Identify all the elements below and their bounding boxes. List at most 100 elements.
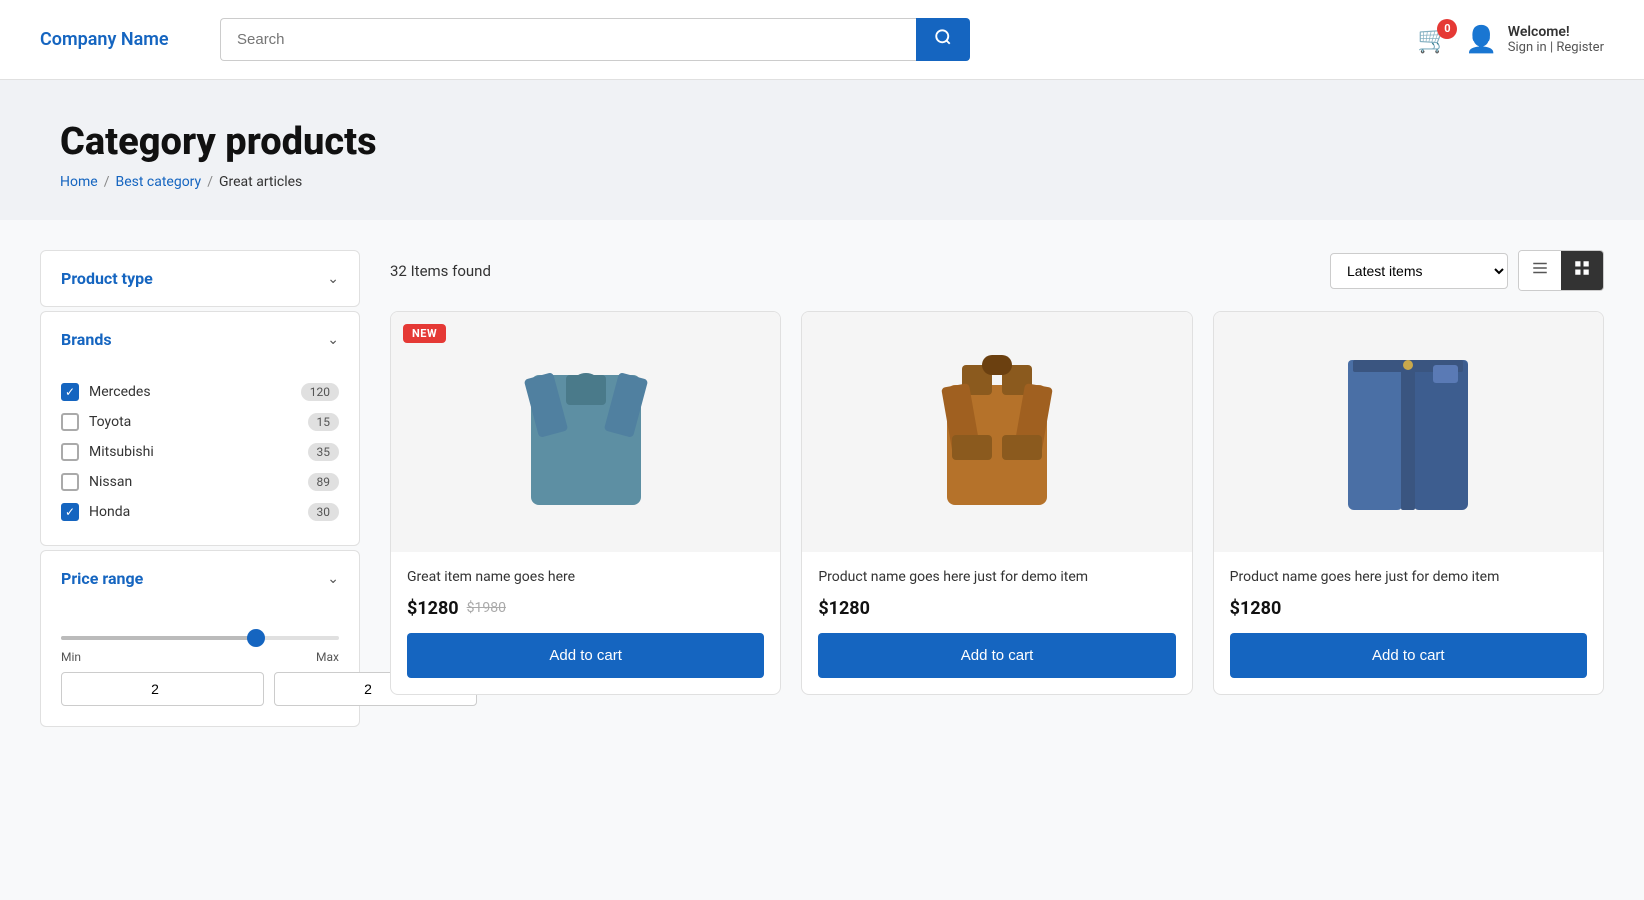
view-list-button[interactable]	[1519, 251, 1561, 290]
product-name: Product name goes here just for demo ite…	[1230, 568, 1587, 588]
breadcrumb: Home / Best category / Great articles	[60, 174, 1584, 190]
brand-count: 30	[308, 503, 340, 521]
product-image	[922, 345, 1072, 519]
brand-name: Toyota	[89, 414, 131, 430]
toolbar-right: Latest itemsPrice: Low to HighPrice: Hig…	[1330, 250, 1604, 291]
list-icon	[1531, 259, 1549, 277]
company-logo[interactable]: Company Name	[40, 29, 200, 50]
search-icon	[934, 28, 952, 46]
price-original: $1980	[467, 600, 506, 616]
product-card: Product name goes here just for demo ite…	[801, 311, 1192, 695]
product-type-header[interactable]: Product type ⌄	[41, 251, 359, 306]
brand-checkbox[interactable]: ✓	[61, 503, 79, 521]
products-toolbar: 32 Items found Latest itemsPrice: Low to…	[390, 250, 1604, 291]
price-current: $1280	[818, 598, 870, 619]
price-min-label: Min	[61, 650, 81, 664]
add-to-cart-button[interactable]: Add to cart	[818, 633, 1175, 678]
brand-left: Nissan	[61, 473, 132, 491]
search-button[interactable]	[916, 18, 970, 61]
product-info: Product name goes here just for demo ite…	[802, 552, 1191, 694]
user-area[interactable]: 👤 Welcome! Sign in | Register	[1465, 24, 1604, 55]
brand-count: 89	[308, 473, 340, 491]
price-slider-track[interactable]	[61, 636, 339, 640]
price-slider-fill	[61, 636, 256, 640]
brand-item: Nissan 89	[61, 467, 339, 497]
product-image	[511, 345, 661, 519]
brand-count: 35	[308, 443, 340, 461]
sort-select[interactable]: Latest itemsPrice: Low to HighPrice: Hig…	[1330, 253, 1508, 289]
brand-name: Nissan	[89, 474, 132, 490]
items-found: 32 Items found	[390, 262, 491, 280]
price-max-label: Max	[316, 650, 339, 664]
welcome-text: Welcome!	[1508, 24, 1604, 40]
view-grid-button[interactable]	[1561, 251, 1603, 290]
brand-left: ✓ Honda	[61, 503, 130, 521]
product-price-row: $1280 $1980	[407, 598, 764, 619]
cart-badge: 0	[1437, 19, 1457, 39]
product-card: Product name goes here just for demo ite…	[1213, 311, 1604, 695]
grid-icon	[1573, 259, 1591, 277]
main-content: Product type ⌄ Brands ⌄ ✓ Mercedes 120 T…	[0, 220, 1644, 880]
breadcrumb-home[interactable]: Home	[60, 174, 98, 190]
product-image-area: NEW	[391, 312, 780, 552]
price-range-label: Price range	[61, 569, 143, 588]
sidebar: Product type ⌄ Brands ⌄ ✓ Mercedes 120 T…	[40, 250, 360, 850]
add-to-cart-button[interactable]: Add to cart	[407, 633, 764, 678]
user-icon: 👤	[1465, 25, 1497, 55]
product-info: Product name goes here just for demo ite…	[1214, 552, 1603, 694]
product-type-filter: Product type ⌄	[40, 250, 360, 307]
price-current: $1280	[407, 598, 459, 619]
brand-count: 120	[301, 383, 339, 401]
product-info: Great item name goes here $1280 $1980 Ad…	[391, 552, 780, 694]
price-current: $1280	[1230, 598, 1282, 619]
brands-body: ✓ Mercedes 120 Toyota 15 Mitsubishi 35 N…	[41, 367, 359, 545]
sign-in-link[interactable]: Sign in	[1508, 40, 1547, 55]
price-slider-thumb[interactable]	[247, 629, 265, 647]
product-badge-new: NEW	[403, 324, 446, 343]
register-link[interactable]: Register	[1556, 40, 1604, 55]
user-text: Welcome! Sign in | Register	[1508, 24, 1604, 55]
page-title: Category products	[60, 120, 1584, 164]
brand-checkbox[interactable]	[61, 443, 79, 461]
product-type-chevron: ⌄	[327, 271, 339, 287]
price-min-input[interactable]	[61, 672, 264, 706]
add-to-cart-button[interactable]: Add to cart	[1230, 633, 1587, 678]
product-image	[1333, 350, 1483, 514]
brand-left: ✓ Mercedes	[61, 383, 151, 401]
auth-links: Sign in | Register	[1508, 40, 1604, 55]
price-labels: Min Max	[61, 650, 339, 664]
brand-checkbox[interactable]: ✓	[61, 383, 79, 401]
breadcrumb-category[interactable]: Best category	[115, 174, 201, 190]
price-body: Min Max	[41, 606, 359, 726]
search-bar	[220, 18, 970, 61]
products-area: 32 Items found Latest itemsPrice: Low to…	[390, 250, 1604, 850]
brands-header[interactable]: Brands ⌄	[41, 312, 359, 367]
brands-chevron: ⌄	[327, 332, 339, 348]
product-card: NEW Great item name goes here $1280 $198…	[390, 311, 781, 695]
product-name: Product name goes here just for demo ite…	[818, 568, 1175, 588]
price-range-chevron: ⌄	[327, 571, 339, 587]
product-type-label: Product type	[61, 269, 153, 288]
brand-item: ✓ Honda 30	[61, 497, 339, 527]
price-range-filter: Price range ⌄ Min Max	[40, 550, 360, 727]
brand-checkbox[interactable]	[61, 413, 79, 431]
view-toggle	[1518, 250, 1604, 291]
product-image-area	[1214, 312, 1603, 552]
brands-label: Brands	[61, 330, 112, 349]
search-input[interactable]	[220, 18, 916, 61]
brands-filter: Brands ⌄ ✓ Mercedes 120 Toyota 15 Mitsub…	[40, 311, 360, 546]
price-range-header[interactable]: Price range ⌄	[41, 551, 359, 606]
product-price-row: $1280	[818, 598, 1175, 619]
brand-left: Mitsubishi	[61, 443, 154, 461]
product-image-area	[802, 312, 1191, 552]
product-price-row: $1280	[1230, 598, 1587, 619]
brand-item: Toyota 15	[61, 407, 339, 437]
price-inputs	[61, 672, 339, 706]
brand-checkbox[interactable]	[61, 473, 79, 491]
cart-button[interactable]: 🛒 0	[1417, 25, 1449, 55]
products-grid: NEW Great item name goes here $1280 $198…	[390, 311, 1604, 695]
hero-section: Category products Home / Best category /…	[0, 80, 1644, 220]
brand-count: 15	[308, 413, 340, 431]
brand-item: Mitsubishi 35	[61, 437, 339, 467]
brand-left: Toyota	[61, 413, 131, 431]
